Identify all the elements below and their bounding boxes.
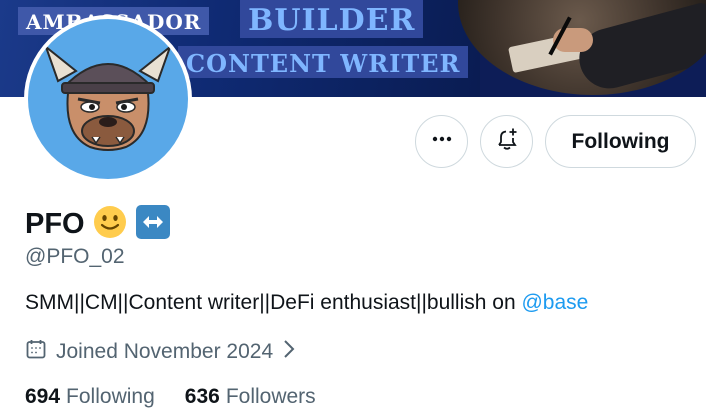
display-name-row: PFO — [25, 204, 171, 244]
bell-plus-icon — [494, 126, 520, 157]
followers-count: 636 — [184, 385, 220, 408]
left-right-arrow-emoji-icon — [135, 204, 171, 245]
joined-date-row[interactable]: Joined November 2024 — [25, 338, 296, 366]
more-options-button[interactable] — [415, 115, 468, 168]
profile-avatar[interactable] — [24, 15, 192, 183]
following-count: 694 — [25, 385, 61, 408]
follow-stats: 694 Following 636 Followers — [25, 383, 316, 411]
following-count-link[interactable]: 694 Following — [25, 385, 155, 409]
banner-tag-builder: BUILDER — [240, 0, 424, 38]
notifications-button[interactable] — [480, 115, 533, 168]
followers-count-link[interactable]: 636 Followers — [185, 385, 316, 409]
bio-mention-link[interactable]: @base — [521, 291, 588, 314]
banner-writing-photo — [458, 0, 706, 95]
more-horizontal-icon — [431, 128, 453, 155]
slightly-smiling-face-emoji-icon — [93, 205, 127, 244]
bulldog-viking-avatar-icon — [28, 19, 188, 179]
profile-bio: SMM||CM||Content writer||DeFi enthusiast… — [25, 291, 588, 315]
display-name: PFO — [25, 207, 85, 240]
banner-tag-content-writer: CONTENT WRITER — [178, 46, 469, 78]
calendar-icon — [25, 338, 47, 366]
bio-text: SMM||CM||Content writer||DeFi enthusiast… — [25, 291, 522, 314]
chevron-right-icon — [282, 338, 296, 366]
following-label: Following — [66, 385, 155, 408]
user-handle: @PFO_02 — [25, 245, 125, 268]
joined-date: Joined November 2024 — [56, 340, 274, 363]
followers-label: Followers — [225, 385, 316, 408]
following-button[interactable]: Following — [545, 115, 696, 168]
